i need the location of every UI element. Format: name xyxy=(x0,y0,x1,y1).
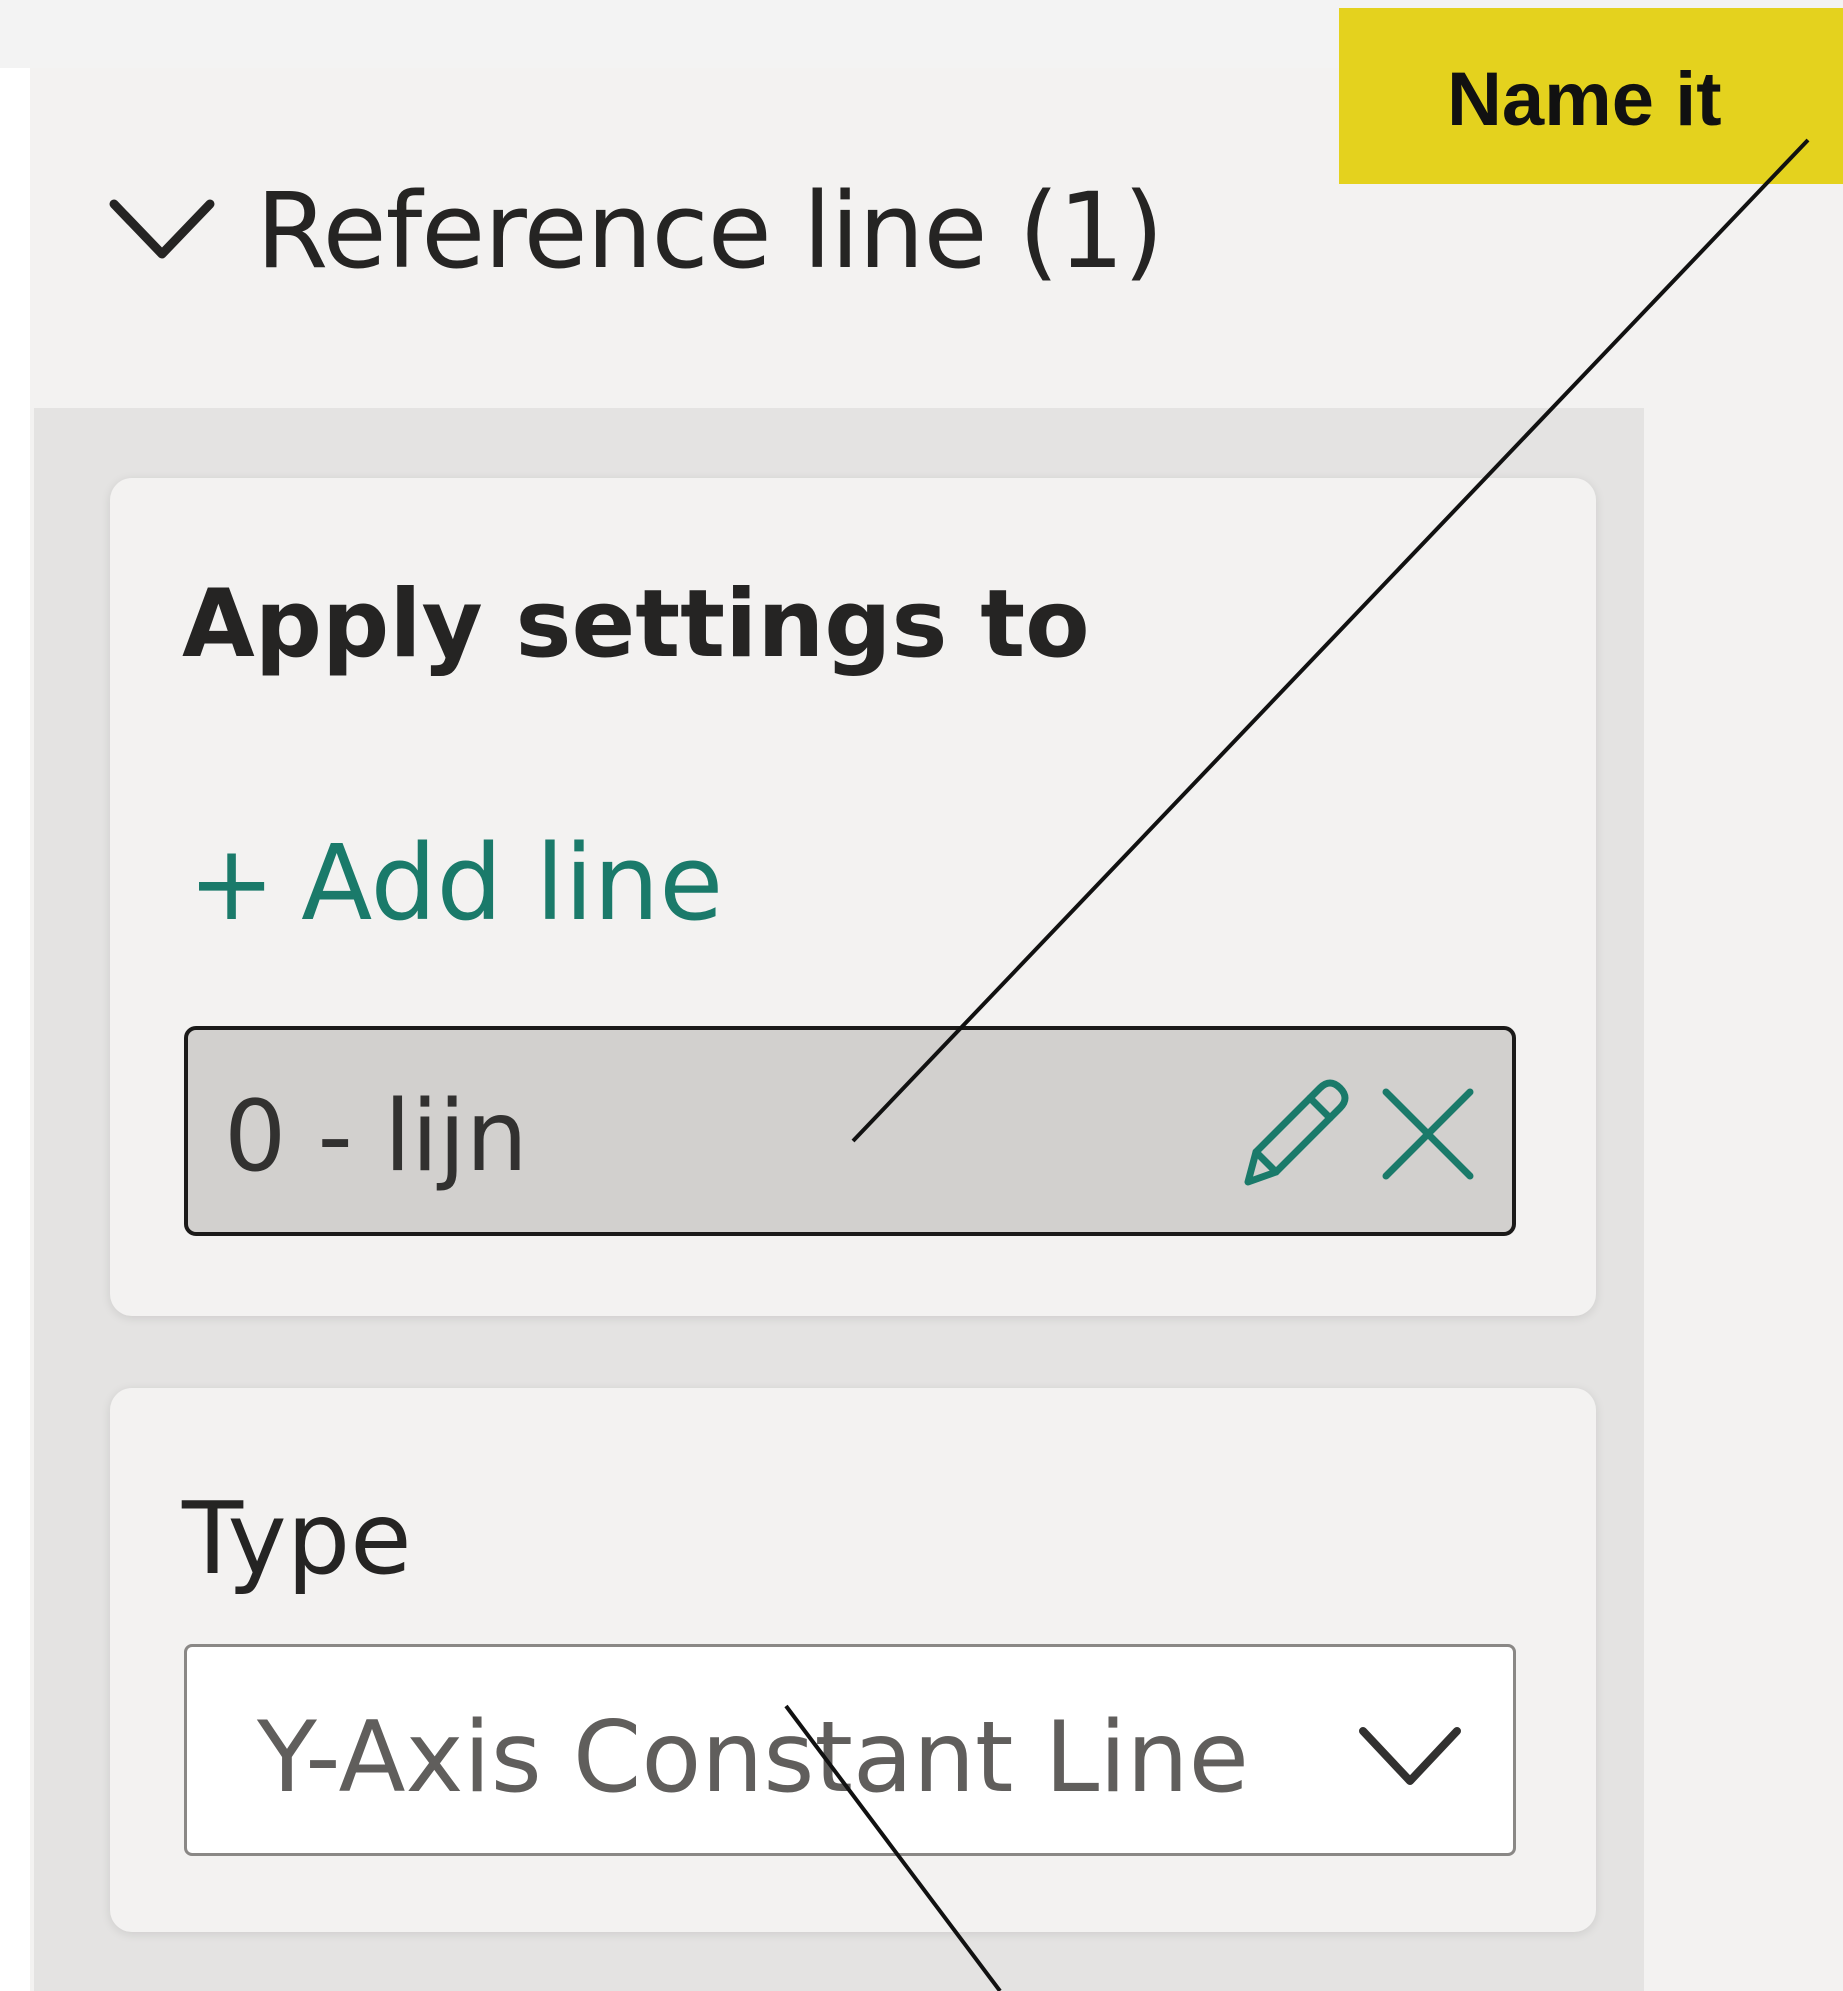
add-line-button[interactable]: + Add line xyxy=(188,822,723,944)
line-list-item[interactable]: 0 - lijn xyxy=(184,1026,1516,1236)
section-title[interactable]: Reference line (1) xyxy=(256,170,1164,292)
line-item-label: 0 - lijn xyxy=(224,1080,528,1194)
type-dropdown[interactable]: Y-Axis Constant Line xyxy=(184,1644,1516,1856)
type-label: Type xyxy=(182,1480,412,1597)
canvas-edge xyxy=(0,68,30,1991)
type-selected-value: Y-Axis Constant Line xyxy=(257,1701,1249,1815)
pencil-icon[interactable] xyxy=(1228,1070,1358,1200)
plus-icon: + xyxy=(188,822,276,944)
chevron-down-icon xyxy=(1359,1727,1461,1785)
app-screen: Reference line (1) Apply settings to + Ad… xyxy=(0,0,1843,1991)
annotation-callout: Name it xyxy=(1339,8,1843,184)
apply-settings-title: Apply settings to xyxy=(182,570,1090,679)
close-icon[interactable] xyxy=(1376,1082,1480,1186)
chevron-down-icon[interactable] xyxy=(106,190,218,270)
annotation-callout-text: Name it xyxy=(1447,57,1722,142)
add-line-label: Add line xyxy=(301,822,724,944)
